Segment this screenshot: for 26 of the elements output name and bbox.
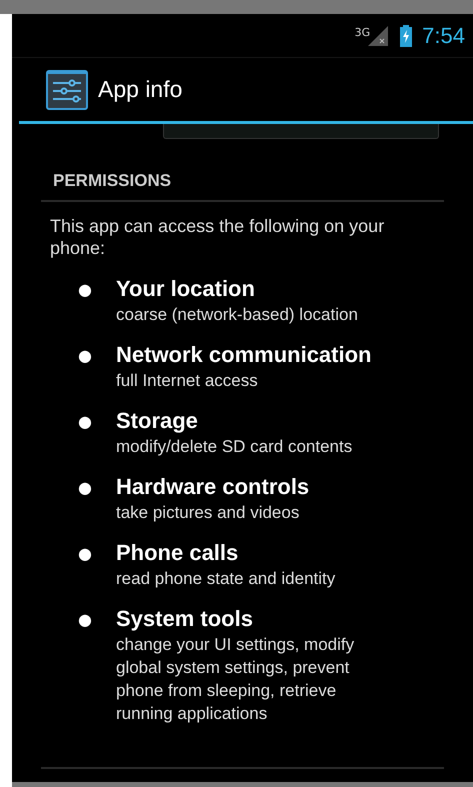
permission-description: modify/delete SD card contents (116, 436, 352, 458)
bullet-mark: ● (78, 543, 93, 565)
section-header: PERMISSIONS (53, 171, 172, 191)
permission-title: Your location (116, 275, 256, 303)
permission-description: full Internet access (116, 370, 259, 392)
network-type: 3G (354, 26, 370, 39)
intro-text: This app can access the following on your phone: (50, 215, 386, 259)
clock-time: 7:54 (422, 22, 465, 48)
permission-description: read phone state and identity (116, 568, 336, 590)
permission-description: take pictures and videos (116, 502, 300, 524)
battery-charging-icon (400, 24, 412, 46)
bullet-mark: ● (78, 411, 93, 433)
permission-title: System tools (116, 605, 254, 633)
bullet-mark: ● (78, 609, 93, 631)
bullet-mark: ● (78, 477, 93, 499)
permission-description: coarse (network-based) location (116, 304, 358, 326)
screen-title: App info (98, 76, 182, 103)
settings-sliders-icon[interactable] (46, 70, 88, 110)
permission-title: Hardware controls (116, 473, 310, 501)
permission-title: Storage (116, 407, 199, 435)
permission-title: Network communication (116, 341, 372, 369)
bullet-mark: ● (78, 279, 93, 301)
bullet-mark: ● (78, 345, 93, 367)
permission-title: Phone calls (116, 539, 240, 567)
signal-icon (368, 26, 388, 46)
permission-description: change your UI settings, modify global system settings, prevent phone from sleeping, retrieve running applications (116, 634, 356, 725)
